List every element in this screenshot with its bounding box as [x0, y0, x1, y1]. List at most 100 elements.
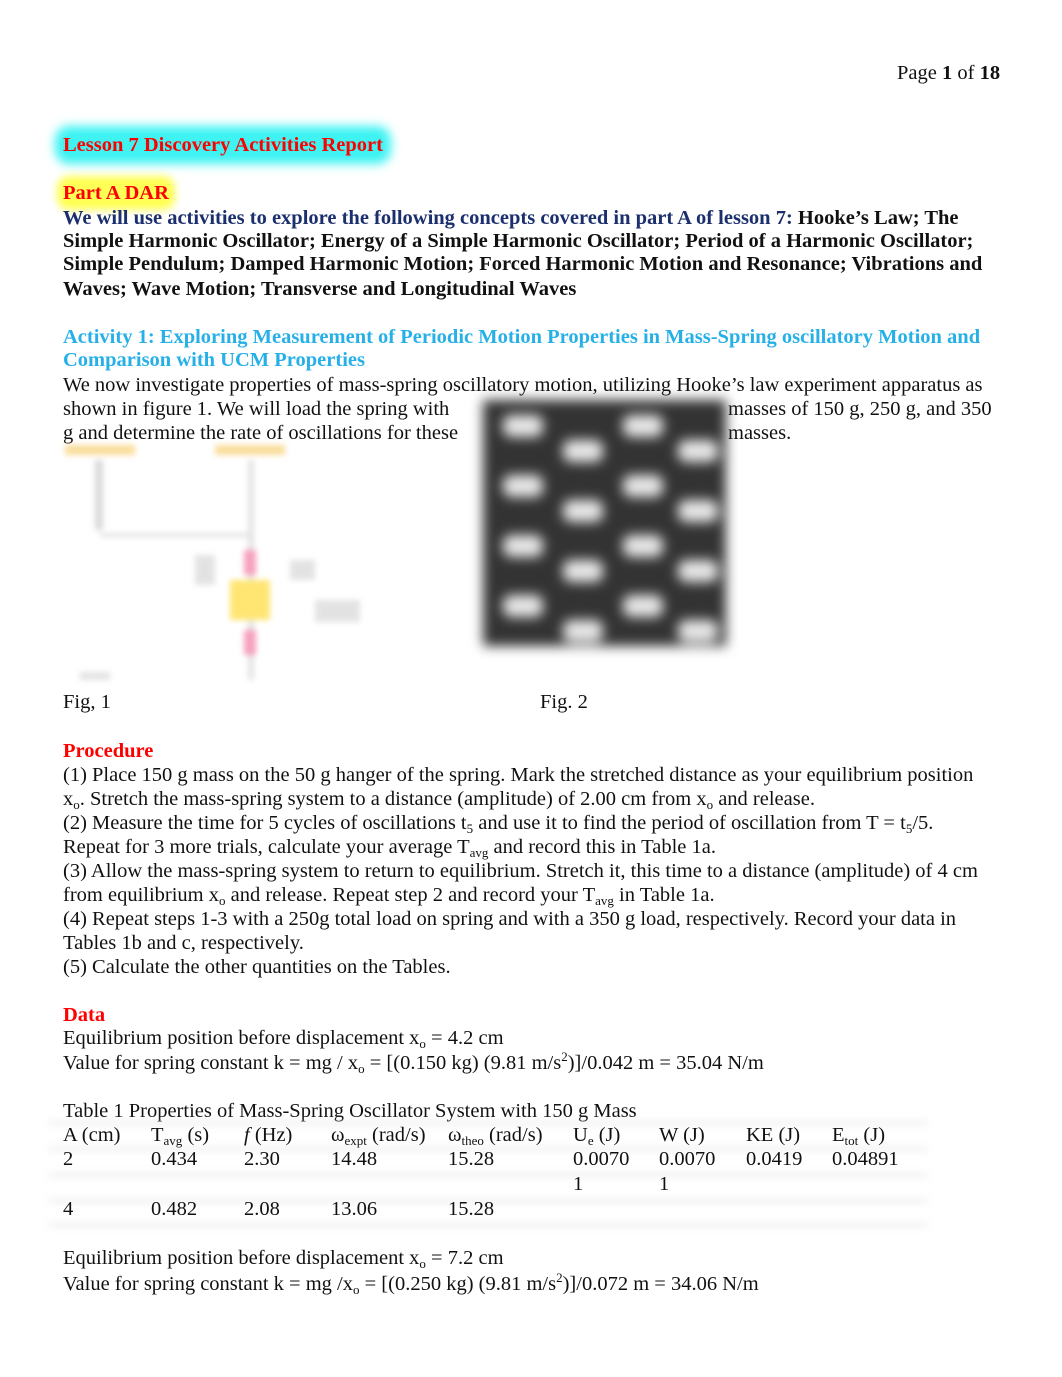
table-caption: Table 1 Properties of Mass-Spring Oscill… [63, 1099, 637, 1123]
text-segment: U [573, 1124, 588, 1146]
text-segment: )]/0.072 m = 34.06 N/m [562, 1273, 759, 1295]
procedure-line: (4) Repeat steps 1-3 with a 250g total l… [63, 907, 956, 931]
figure-2-image [483, 400, 726, 646]
text-segment: Page [897, 62, 942, 84]
text-segment: = [(0.150 kg) (9.81 m/s [364, 1052, 562, 1074]
text-segment: avg [469, 845, 489, 860]
text-segment: (3) Allow the mass-spring system to retu… [63, 860, 978, 882]
table-cell: 2 [63, 1148, 74, 1170]
table-cell: 14.48 [331, 1148, 378, 1170]
text-segment: Part A DAR [63, 182, 169, 204]
table-cell: 0.0419 [746, 1148, 803, 1170]
text-segment: avg [163, 1133, 183, 1148]
table-cell: 15.28 [448, 1148, 495, 1170]
text-segment: (J) [858, 1124, 886, 1146]
table-cell: 0.434 [151, 1148, 198, 1170]
text-segment: masses of 150 g, 250 g, and 350 [728, 398, 992, 420]
text-segment: ω [448, 1124, 462, 1146]
table-cell: 1 [573, 1173, 584, 1195]
table-header-cell: ωtheo (rad/s) [448, 1123, 543, 1147]
text-segment: Lesson 7 Discovery Activities Report [63, 134, 383, 156]
text-segment: 1 [941, 62, 953, 84]
intro-line: Simple Pendulum; Damped Harmonic Motion;… [63, 252, 982, 276]
table-cell: 0.04891 [832, 1148, 899, 1170]
text-segment: /5. [912, 812, 934, 834]
body-text: masses. [728, 421, 791, 445]
text-segment: KE (J) [746, 1124, 801, 1146]
intro-line: Waves; Wave Motion; Transverse and Longi… [63, 277, 576, 301]
document-title: Lesson 7 Discovery Activities Report [63, 133, 383, 157]
text-segment: E [832, 1124, 845, 1146]
text-segment: x [63, 788, 74, 810]
body-text: We now investigate properties of mass-sp… [63, 373, 983, 397]
text-segment: Comparison with UCM Properties [63, 349, 365, 371]
data-line: Value for spring constant k = mg / xo = … [63, 1050, 764, 1075]
text-segment: tot [844, 1133, 859, 1148]
procedure-line: Repeat for 3 more trials, calculate your… [63, 835, 716, 859]
procedure-line: xo. Stretch the mass-spring system to a … [63, 787, 815, 811]
text-segment: and use it to find the period of oscilla… [473, 812, 906, 834]
table-header-cell: W (J) [659, 1123, 705, 1147]
text-segment: Fig, 1 [63, 691, 111, 713]
table-header-cell: ωexpt (rad/s) [331, 1123, 426, 1147]
text-segment: of [952, 62, 980, 84]
intro-line: Simple Harmonic Oscillator; Energy of a … [63, 229, 973, 253]
table-cell: 15.28 [448, 1198, 495, 1220]
procedure-heading: Procedure [63, 739, 153, 763]
page-number: Page 1 of 18 [897, 61, 1000, 85]
data-line: Value for spring constant k = mg /xo = [… [63, 1271, 759, 1296]
text-segment: in Table 1a. [613, 884, 715, 906]
text-segment: expt [344, 1133, 367, 1148]
text-segment: ω [331, 1124, 345, 1146]
text-segment: A (cm) [63, 1124, 121, 1146]
figure-1-apparatus-image [65, 445, 360, 680]
text-segment: Value for spring constant k = mg / x [63, 1052, 359, 1074]
text-segment: shown in figure 1. We will load the spri… [63, 398, 450, 420]
figure-1-caption: Fig, 1 [63, 690, 111, 714]
text-segment: from equilibrium x [63, 884, 220, 906]
text-segment: Value for spring constant k = mg /x [63, 1273, 353, 1295]
table-cell: 13.06 [331, 1198, 378, 1220]
text-segment: (5) Calculate the other quantities on th… [63, 956, 451, 978]
text-segment: masses. [728, 422, 792, 444]
table-cell: 0.0070 [659, 1148, 716, 1170]
text-segment: W (J) [659, 1124, 705, 1146]
text-segment: (4) Repeat steps 1-3 with a 250g total l… [63, 908, 957, 930]
text-segment: We now investigate properties of mass-sp… [63, 374, 983, 396]
activity-heading: Comparison with UCM Properties [63, 348, 365, 372]
data-line: Equilibrium position before displacement… [63, 1026, 504, 1050]
text-segment: = 7.2 cm [425, 1247, 504, 1269]
text-segment: = [(0.250 kg) (9.81 m/s [359, 1273, 557, 1295]
text-segment: Simple Pendulum; Damped Harmonic Motion;… [63, 253, 983, 275]
text-segment: Data [63, 1004, 106, 1026]
text-segment: We will use activities to explore the fo… [63, 207, 798, 229]
text-segment: Table 1 Properties of Mass-Spring Oscill… [63, 1100, 637, 1122]
text-segment: Procedure [63, 740, 154, 762]
body-text: masses of 150 g, 250 g, and 350 [728, 397, 992, 421]
text-segment: Waves; Wave Motion; Transverse and Longi… [63, 278, 577, 300]
text-segment: and record this in Table 1a. [488, 836, 716, 858]
text-segment: Repeat for 3 more trials, calculate your… [63, 836, 470, 858]
text-segment: = 4.2 cm [425, 1027, 504, 1049]
text-segment: Hooke’s Law; The [797, 207, 959, 229]
procedure-line: Tables 1b and c, respectively. [63, 931, 304, 955]
table-cell: 2.08 [244, 1198, 280, 1220]
figure-2-caption: Fig. 2 [540, 690, 588, 714]
table-cell: 4 [63, 1198, 74, 1220]
procedure-line: from equilibrium xo and release. Repeat … [63, 883, 715, 907]
text-segment: Equilibrium position before displacement… [63, 1247, 420, 1269]
table-cell: 0.0070 [573, 1148, 630, 1170]
text-segment: T [151, 1124, 164, 1146]
text-segment: (rad/s) [366, 1124, 426, 1146]
table-header-cell: KE (J) [746, 1123, 800, 1147]
table-cell: 0.482 [151, 1198, 198, 1220]
text-segment: Activity 1: Exploring Measurement of Per… [63, 326, 981, 348]
table-cell: 2.30 [244, 1148, 280, 1170]
text-segment: and release. [713, 788, 815, 810]
procedure-line: (2) Measure the time for 5 cycles of osc… [63, 811, 933, 835]
procedure-line: (1) Place 150 g mass on the 50 g hanger … [63, 763, 973, 787]
text-segment: (rad/s) [483, 1124, 543, 1146]
table-header-cell: Ue (J) [573, 1123, 620, 1147]
data-line: Equilibrium position before displacement… [63, 1246, 504, 1270]
text-segment: (1) Place 150 g mass on the 50 g hanger … [63, 764, 974, 786]
